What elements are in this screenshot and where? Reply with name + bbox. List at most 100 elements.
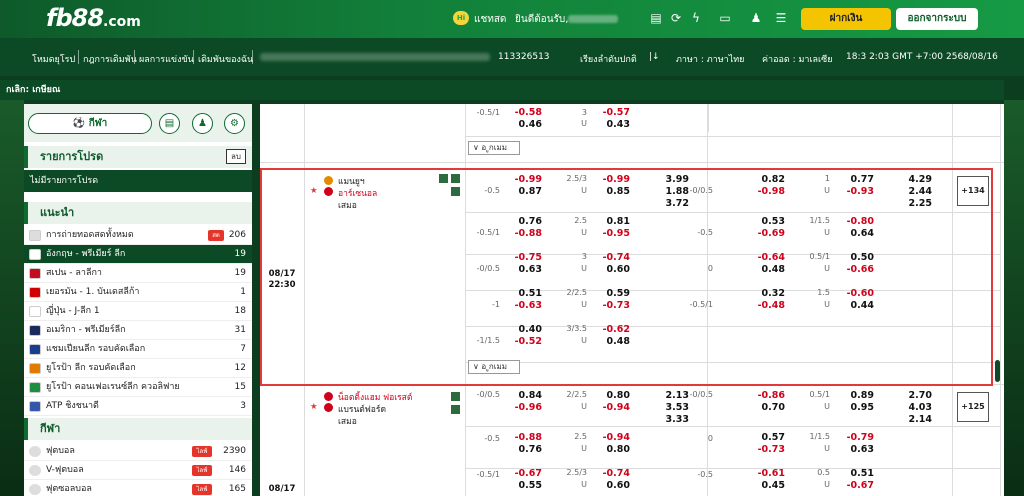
sport-count: 146: [228, 465, 246, 475]
soccer-icon: ⚽: [72, 118, 89, 129]
top-bar: fb88.com Hi แชทสด ยินดีต้อนรับ, ▤ ⟳ ϟ ▭ …: [0, 0, 1024, 38]
league-label: อังกฤษ - พรีเมียร์ ลีก: [46, 249, 126, 259]
odds-value[interactable]: -0.94: [603, 402, 630, 413]
odds-value[interactable]: -0.57: [603, 107, 630, 118]
league-count: 19: [234, 268, 246, 278]
league-item[interactable]: การถ่ายทอดสดทั้งหมด สด 206: [24, 226, 252, 245]
league-flag-icon: [29, 382, 41, 393]
odds-value[interactable]: 3.33: [666, 414, 689, 425]
league-item[interactable]: สเปน - ลาลีกา 19: [24, 264, 252, 283]
odds-value[interactable]: 0.60: [607, 480, 630, 491]
odds-value[interactable]: -0.86: [758, 390, 785, 401]
odds-value[interactable]: -0.94: [603, 432, 630, 443]
nav-link-my-bets[interactable]: เดิมพันของฉัน: [198, 52, 253, 66]
odds-value[interactable]: 0.70: [762, 402, 785, 413]
show-more-button[interactable]: ∨ อ ูกเมม: [468, 141, 520, 155]
refresh-icon[interactable]: ⟳: [668, 10, 684, 26]
league-item[interactable]: ATP ชิงชนาดี 3: [24, 397, 252, 416]
handicap-label: U: [581, 444, 587, 453]
league-item[interactable]: อเมริกา - พรีเมียร์ลีก 31: [24, 321, 252, 340]
league-item[interactable]: ญี่ปุ่น - J-ลีก 1 18: [24, 302, 252, 321]
odds-value[interactable]: -0.88: [515, 432, 542, 443]
logout-button[interactable]: ออกจากระบบ: [896, 8, 978, 30]
odds-value[interactable]: 0.89: [851, 390, 874, 401]
court-icon[interactable]: [451, 405, 460, 414]
odds-value[interactable]: 0.63: [851, 444, 874, 455]
settings-icon[interactable]: ⚙: [224, 113, 245, 134]
odds-value[interactable]: -0.73: [758, 444, 785, 455]
user-icon[interactable]: ♟: [748, 10, 764, 26]
sport-filter-button[interactable]: ⚽ กีฬา: [28, 113, 152, 134]
odds-value[interactable]: -0.61: [758, 468, 785, 479]
sport-item[interactable]: V-ฟุตบอล ไลฟ์ 146: [24, 461, 252, 480]
betslip-icon[interactable]: ▤: [159, 113, 180, 134]
odds-value[interactable]: 0.80: [607, 390, 630, 401]
league-count: 31: [234, 325, 246, 335]
sport-count: 165: [228, 484, 246, 494]
play-icon[interactable]: [451, 392, 460, 401]
league-count: 7: [240, 344, 246, 354]
odds-value[interactable]: 2.70: [909, 390, 932, 401]
list-icon[interactable]: ☰: [773, 10, 789, 26]
favorite-star-icon[interactable]: ★: [310, 402, 318, 412]
handicap-label: U: [824, 402, 830, 411]
cash-icon[interactable]: ▭: [712, 10, 738, 26]
scrollbar-thumb[interactable]: [995, 360, 1000, 382]
league-label: การถ่ายทอดสดทั้งหมด: [46, 230, 134, 240]
odds-value[interactable]: 0.46: [519, 119, 542, 130]
date: 2568/08/16: [946, 52, 998, 62]
nav-link-rules[interactable]: กฎการเดิมพัน: [83, 52, 137, 66]
league-item[interactable]: แชมเปียนลีก รอบคัดเลือก 7: [24, 340, 252, 359]
language-select[interactable]: ภาษา : ภาษาไทย: [676, 52, 744, 66]
grid-line: [708, 104, 709, 132]
odds-value[interactable]: 0.80: [607, 444, 630, 455]
odds-value[interactable]: 0.43: [607, 119, 630, 130]
more-markets-button[interactable]: +125: [957, 392, 989, 422]
odds-value[interactable]: -0.74: [603, 468, 630, 479]
odds-type-select[interactable]: |↓: [649, 52, 660, 62]
handicap-label: U: [581, 480, 587, 489]
league-label: ญี่ปุ่น - J-ลีก 1: [46, 306, 100, 316]
league-label: อเมริกา - พรีเมียร์ลีก: [46, 325, 126, 335]
odds-format-select[interactable]: ค่าออด : มาเลเซีย: [762, 52, 833, 66]
odds-value[interactable]: 4.03: [909, 402, 932, 413]
league-item[interactable]: ยูโรป้า คอนเฟอเรนซ์ลีก ควอลิฟาย 15: [24, 378, 252, 397]
league-label: ยูโรป้า คอนเฟอเรนซ์ลีก ควอลิฟาย: [46, 382, 180, 392]
chat-label[interactable]: แชทสด: [474, 12, 506, 27]
odds-value[interactable]: -0.67: [847, 480, 874, 491]
profile-icon[interactable]: ♟: [192, 113, 213, 134]
odds-value[interactable]: 2.14: [909, 414, 932, 425]
odds-value[interactable]: 0.45: [762, 480, 785, 491]
favorites-header: รายการโปรด ลบ: [24, 146, 252, 168]
odds-value[interactable]: 2.13: [666, 390, 689, 401]
league-item[interactable]: ยูโรป้า ลีก รอบคัดเลือก 12: [24, 359, 252, 378]
league-item[interactable]: เยอรมัน - 1. บันเดสลีก้า 1: [24, 283, 252, 302]
odds-value[interactable]: 0.51: [851, 468, 874, 479]
home-team-icon: [324, 392, 333, 401]
odds-value[interactable]: 0.84: [519, 390, 542, 401]
league-flag-icon: [29, 230, 41, 241]
odds-value[interactable]: -0.67: [515, 468, 542, 479]
league-item[interactable]: อังกฤษ - พรีเมียร์ ลีก 19: [24, 245, 252, 264]
deposit-button[interactable]: ฝากเงิน: [801, 8, 891, 30]
chat-icon[interactable]: Hi: [453, 11, 469, 25]
sort-select[interactable]: เรียงลำดับปกติ: [580, 52, 637, 66]
fb88-logo[interactable]: fb88.com: [46, 4, 141, 32]
nav-bar: โหมดยุโรป กฎการเดิมพัน ผลการแข่งขัน เดิม…: [0, 38, 1024, 76]
sport-item[interactable]: ฟุตบอล ไลฟ์ 2390: [24, 442, 252, 461]
odds-value[interactable]: -0.58: [515, 107, 542, 118]
nav-link-results[interactable]: ผลการแข่งขัน: [139, 52, 194, 66]
odds-value[interactable]: 0.95: [851, 402, 874, 413]
sport-item[interactable]: ฟุตซอลบอล ไลฟ์ 165: [24, 480, 252, 496]
document-icon[interactable]: ▤: [648, 10, 664, 26]
odds-value[interactable]: 0.55: [519, 480, 542, 491]
odds-value[interactable]: -0.79: [847, 432, 874, 443]
odds-value[interactable]: -0.96: [515, 402, 542, 413]
nav-link-europe[interactable]: โหมดยุโรป: [32, 52, 75, 66]
odds-value[interactable]: 3.53: [666, 402, 689, 413]
odds-value[interactable]: 0.57: [762, 432, 785, 443]
league-label: แชมเปียนลีก รอบคัดเลือก: [46, 344, 146, 354]
clear-favorites-button[interactable]: ลบ: [226, 149, 246, 164]
bolt-icon[interactable]: ϟ: [688, 10, 704, 26]
odds-value[interactable]: 0.76: [519, 444, 542, 455]
